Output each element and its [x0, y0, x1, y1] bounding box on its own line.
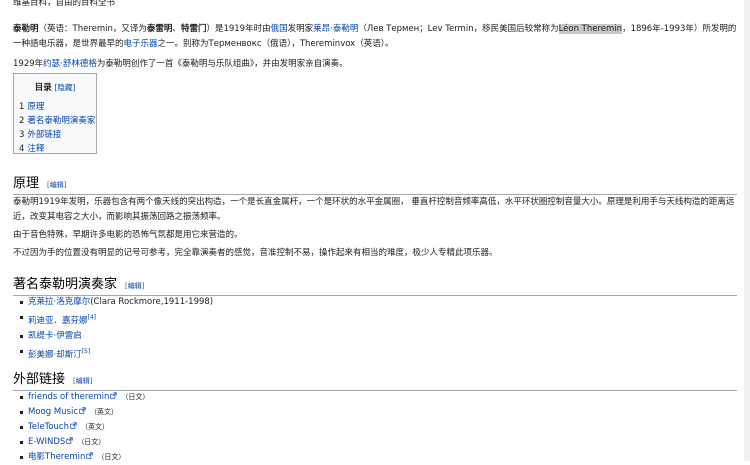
edit-section-players[interactable]: [编辑] [125, 282, 144, 290]
list-item: 凯缇卡·伊雷启 [20, 329, 213, 344]
external-link-icon [86, 452, 94, 459]
list-item: TeleTouch （英文） [20, 420, 149, 435]
section-heading-players: 著名泰勒明演奏家 [编辑] [13, 273, 737, 296]
external-link-icon [79, 407, 86, 414]
second-paragraph: 1929年约瑟·舒林德格为泰勒明创作了一首《泰勒明与乐队组曲》，并由发明家亲自演… [13, 59, 348, 69]
external-link-icon [70, 422, 77, 429]
reference-link[interactable]: [4] [88, 314, 97, 321]
page-scrollbar[interactable] [744, 0, 750, 461]
toc-item-principle[interactable]: 1 原理 [19, 100, 96, 114]
player-link[interactable]: 凯缇卡·伊雷启 [28, 331, 82, 341]
section-heading-external-links: 外部链接 [编辑] [13, 368, 737, 391]
toc-item-players[interactable]: 2 著名泰勒明演奏家 [19, 114, 96, 128]
list-item: 电影Theremin （日文） [20, 450, 149, 465]
list-item: friends of theremin （日文） [20, 390, 149, 405]
external-link[interactable]: friends of theremin [28, 392, 109, 402]
link-russia[interactable]: 俄国 [271, 24, 288, 34]
list-item: E-WINDS （日文） [20, 435, 149, 450]
toc-toggle-button[interactable]: [隐藏] [54, 83, 75, 92]
table-of-contents: 目录 [隐藏] 1 原理 2 著名泰勒明演奏家 3 外部链接 4 注释 [13, 73, 97, 154]
list-item: 莉迪亚．嘉芬娜[4] [20, 310, 213, 329]
list-item: 彭美娜·却斯汀[5] [20, 344, 213, 363]
edit-section-principle[interactable]: [编辑] [47, 181, 66, 189]
external-link[interactable]: E-WINDS [28, 437, 65, 447]
site-subtitle: 维基百科，自由的百科全书 [13, 0, 116, 8]
players-list: 克莱拉·洛克摩尔(Clara Rockmore,1911-1998) 莉迪亚．嘉… [20, 295, 213, 363]
edit-section-external-links[interactable]: [编辑] [73, 377, 92, 385]
section-heading-principle: 原理 [编辑] [13, 172, 737, 195]
player-link[interactable]: 克莱拉·洛克摩尔 [28, 297, 90, 307]
player-link[interactable]: 莉迪亚．嘉芬娜 [28, 316, 88, 326]
external-link[interactable]: Moog Music [28, 407, 78, 417]
list-item: 克莱拉·洛克摩尔(Clara Rockmore,1911-1998) [20, 295, 213, 310]
principle-paragraph-1: 泰勒明1919年发明，乐器包含有两个像天线的突出构造，一个是长直金属杆，一个是环… [13, 197, 735, 222]
list-item: Moog Music （英文） [20, 405, 149, 420]
toc-item-notes[interactable]: 4 注释 [19, 142, 96, 156]
link-inventor[interactable]: 莱昂·泰勒明 [313, 24, 358, 34]
external-link-icon [110, 392, 118, 399]
external-links-list: friends of theremin （日文） Moog Music （英文） T… [20, 390, 149, 465]
player-link[interactable]: 彭美娜·却斯汀 [28, 350, 82, 360]
article-term: 泰勒明 [13, 24, 39, 34]
intro-paragraph: 泰勒明（英语：Theremin，又译为泰雷明、特雷门）是1919年时由俄国发明家… [13, 24, 737, 49]
external-link[interactable]: TeleTouch [28, 422, 69, 432]
external-link-icon [66, 437, 73, 444]
highlighted-name: Léon Theremin [558, 24, 623, 34]
link-composer[interactable]: 约瑟·舒林德格 [43, 59, 97, 69]
toc-title: 目录 [34, 83, 52, 93]
link-electronic-instrument[interactable]: 电子乐器 [124, 39, 158, 49]
toc-list: 1 原理 2 著名泰勒明演奏家 3 外部链接 4 注释 [19, 100, 96, 156]
reference-link[interactable]: [5] [82, 348, 91, 355]
principle-paragraph-2: 由于音色特殊，早期许多电影的恐怖气氛都是用它来营造的。 [13, 230, 243, 240]
toc-item-external-links[interactable]: 3 外部链接 [19, 128, 96, 142]
principle-paragraph-3: 不过因为手的位置没有明显的记号可参考，完全靠演奏者的感觉，音准控制不易，操作起来… [13, 248, 498, 258]
